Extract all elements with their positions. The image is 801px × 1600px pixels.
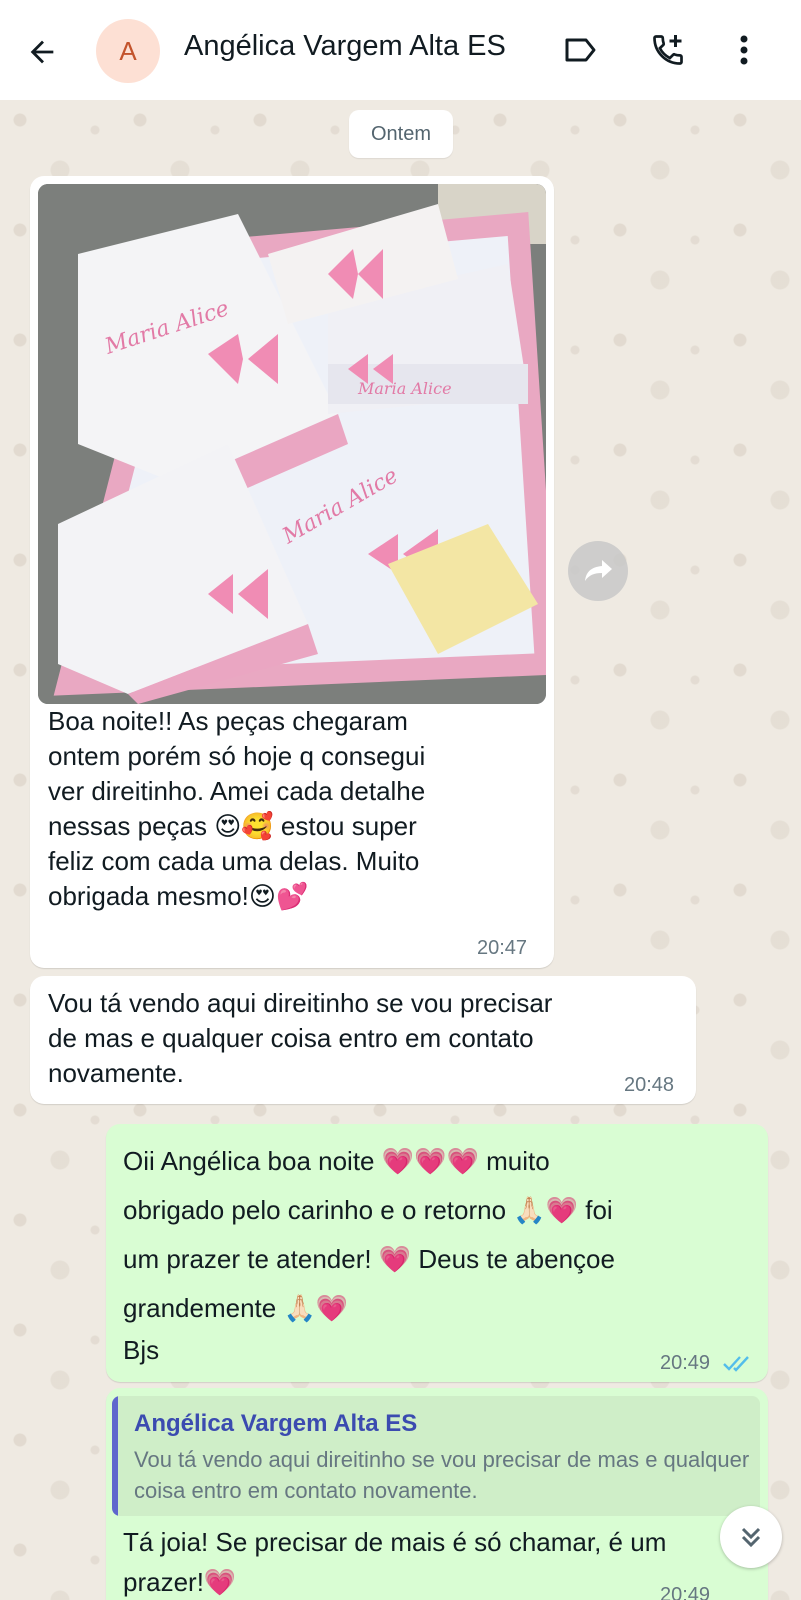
message-line: Tá joia! Se precisar de mais é só chamar… <box>123 1527 667 1557</box>
message-line: Vou tá vendo aqui direitinho se vou prec… <box>48 988 553 1018</box>
message-line: novamente. <box>48 1058 184 1088</box>
add-call-icon[interactable] <box>648 30 688 70</box>
message-line: Boa noite!! As peças chegaram <box>48 706 408 736</box>
message-photo[interactable]: Maria Alice Maria Alice Maria Alice <box>38 184 546 704</box>
avatar[interactable]: A <box>96 19 160 83</box>
label-icon[interactable] <box>560 30 600 70</box>
message-text: Vou tá vendo aqui direitinho se vou prec… <box>48 986 688 1091</box>
message-text: Oii Angélica boa noite 💗💗💗 muito obrigad… <box>123 1137 753 1368</box>
message-time: 20:47 <box>477 937 528 959</box>
message-time: 20:49 <box>660 1352 711 1374</box>
message-line: um prazer te atender! 💗 Deus te abençoe <box>123 1244 615 1274</box>
chat-header: A Angélica Vargem Alta ES <box>0 0 801 100</box>
message-line: de mas e qualquer coisa entro em contato <box>48 1023 534 1053</box>
forward-icon <box>585 560 612 581</box>
more-vert-icon[interactable] <box>724 30 764 70</box>
message-line: obrigado pelo carinho e o retorno 🙏🏻💗 fo… <box>123 1195 613 1225</box>
message-line: Bjs <box>123 1335 160 1365</box>
quote-bar <box>112 1396 118 1516</box>
message-line: ontem porém só hoje q consegui <box>48 741 426 771</box>
message-line: feliz com cada uma delas. Muito <box>48 846 420 876</box>
double-chevron-down-icon <box>741 1527 761 1548</box>
quote-text: Vou tá vendo aqui direitinho se vou prec… <box>134 1447 750 1503</box>
scroll-to-bottom-button[interactable] <box>720 1506 782 1568</box>
read-ticks-icon <box>722 1354 754 1379</box>
date-chip: Ontem <box>349 110 453 158</box>
avatar-letter: A <box>119 35 137 66</box>
message-line: grandemente 🙏🏻💗 <box>123 1293 349 1323</box>
message-line: Oii Angélica boa noite 💗💗💗 muito <box>123 1146 550 1176</box>
message-text: Boa noite!! As peças chegaram ontem poré… <box>48 704 548 914</box>
embroidery-text: Maria Alice <box>357 379 452 398</box>
contact-name[interactable]: Angélica Vargem Alta ES <box>184 30 506 63</box>
quote-author: Angélica Vargem Alta ES <box>134 1410 418 1437</box>
message-time: 20:49 <box>660 1584 711 1600</box>
message-text: Tá joia! Se precisar de mais é só chamar… <box>123 1522 753 1600</box>
message-line: nessas peças 😍🥰 estou super <box>48 811 417 841</box>
forward-button[interactable] <box>568 541 628 601</box>
back-arrow-icon[interactable] <box>22 32 62 72</box>
message-time: 20:48 <box>624 1074 675 1096</box>
message-line: prazer!💗 <box>123 1567 237 1597</box>
message-line: obrigada mesmo!😍💕 <box>48 881 309 911</box>
message-line: ver direitinho. Amei cada detalhe <box>48 776 426 806</box>
quoted-message[interactable]: Angélica Vargem Alta ES Vou tá vendo aqu… <box>112 1396 760 1516</box>
